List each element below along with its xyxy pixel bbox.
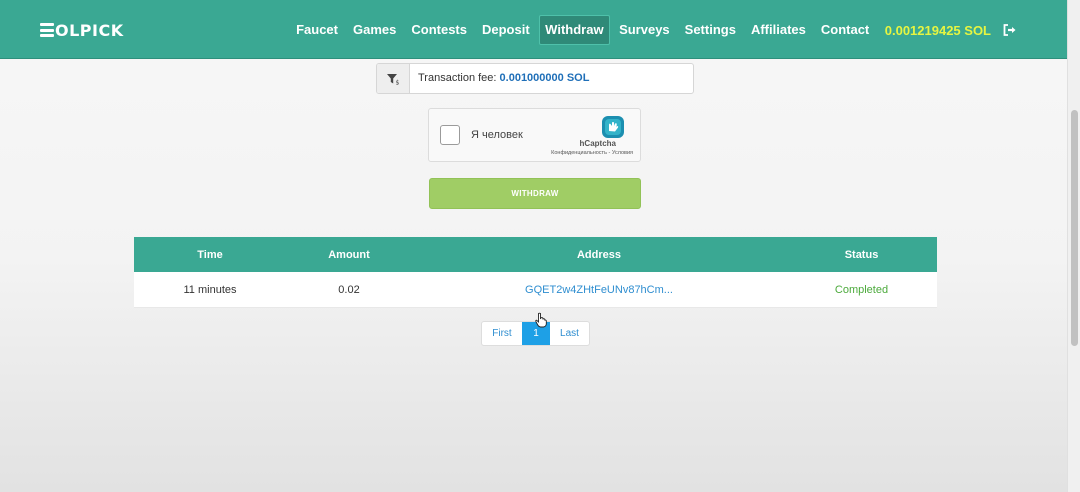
column-header-time: Time xyxy=(134,237,286,272)
vertical-scrollbar[interactable] xyxy=(1067,0,1080,492)
column-header-address: Address xyxy=(412,237,786,272)
status-completed-label: Completed xyxy=(834,283,889,296)
pagination-first[interactable]: First xyxy=(482,322,522,345)
nav-deposit[interactable]: Deposit xyxy=(475,15,538,45)
sign-out-icon[interactable] xyxy=(1003,22,1019,38)
table-row: 11 minutes 0.02 GQET2w4ZHtFeUNv87hCm... … xyxy=(134,272,937,308)
transaction-fee-text: Transaction fee: 0.001000000 SOL xyxy=(410,64,589,93)
table-header-row: Time Amount Address Status xyxy=(134,237,937,272)
cell-status: Completed xyxy=(786,272,937,308)
cell-time: 11 minutes xyxy=(134,272,286,308)
transaction-fee-value: 0.001000000 SOL xyxy=(499,72,590,84)
scrollbar-thumb[interactable] xyxy=(1071,110,1078,346)
nav-withdraw[interactable]: Withdraw xyxy=(539,15,610,45)
hcaptcha-logo-icon xyxy=(601,115,625,139)
logo-s-mark-icon xyxy=(40,23,54,37)
logo-text: OLPICK xyxy=(55,20,124,40)
main-nav: Faucet Games Contests Deposit Withdraw S… xyxy=(289,15,1019,45)
cell-address: GQET2w4ZHtFeUNv87hCm... xyxy=(412,272,786,308)
nav-contact[interactable]: Contact xyxy=(813,15,876,45)
filter-dollar-icon: $ xyxy=(377,64,410,93)
top-navbar: OLPICK Faucet Games Contests Deposit Wit… xyxy=(0,0,1067,59)
nav-contests[interactable]: Contests xyxy=(404,15,475,45)
column-header-status: Status xyxy=(786,237,937,272)
balance-display: 0.001219425 SOL xyxy=(884,22,991,38)
pagination-last[interactable]: Last xyxy=(550,322,589,345)
svg-text:$: $ xyxy=(396,79,400,85)
nav-settings[interactable]: Settings xyxy=(677,15,743,45)
withdrawal-history-table: Time Amount Address Status 11 minutes 0.… xyxy=(134,237,937,308)
hcaptcha-widget: Я человек hCaptcha Конфиденциальность - … xyxy=(428,108,641,162)
transaction-fee-box: $ Transaction fee: 0.001000000 SOL xyxy=(376,63,694,94)
captcha-privacy-terms-links[interactable]: Конфиденциальность - Условия xyxy=(551,150,633,156)
address-link[interactable]: GQET2w4ZHtFeUNv87hCm... xyxy=(525,284,673,296)
nav-games[interactable]: Games xyxy=(346,15,404,45)
nav-faucet[interactable]: Faucet xyxy=(289,15,346,45)
nav-affiliates[interactable]: Affiliates xyxy=(743,15,813,45)
hcaptcha-brand-text: hCaptcha xyxy=(579,139,616,148)
nav-surveys[interactable]: Surveys xyxy=(612,15,678,45)
cell-amount: 0.02 xyxy=(286,272,412,308)
transaction-fee-label: Transaction fee: xyxy=(418,72,497,84)
withdraw-button[interactable]: WITHDRAW xyxy=(429,178,641,209)
solpick-logo[interactable]: OLPICK xyxy=(40,20,124,40)
column-header-amount: Amount xyxy=(286,237,412,272)
hand-pointer-cursor-icon xyxy=(535,312,547,328)
